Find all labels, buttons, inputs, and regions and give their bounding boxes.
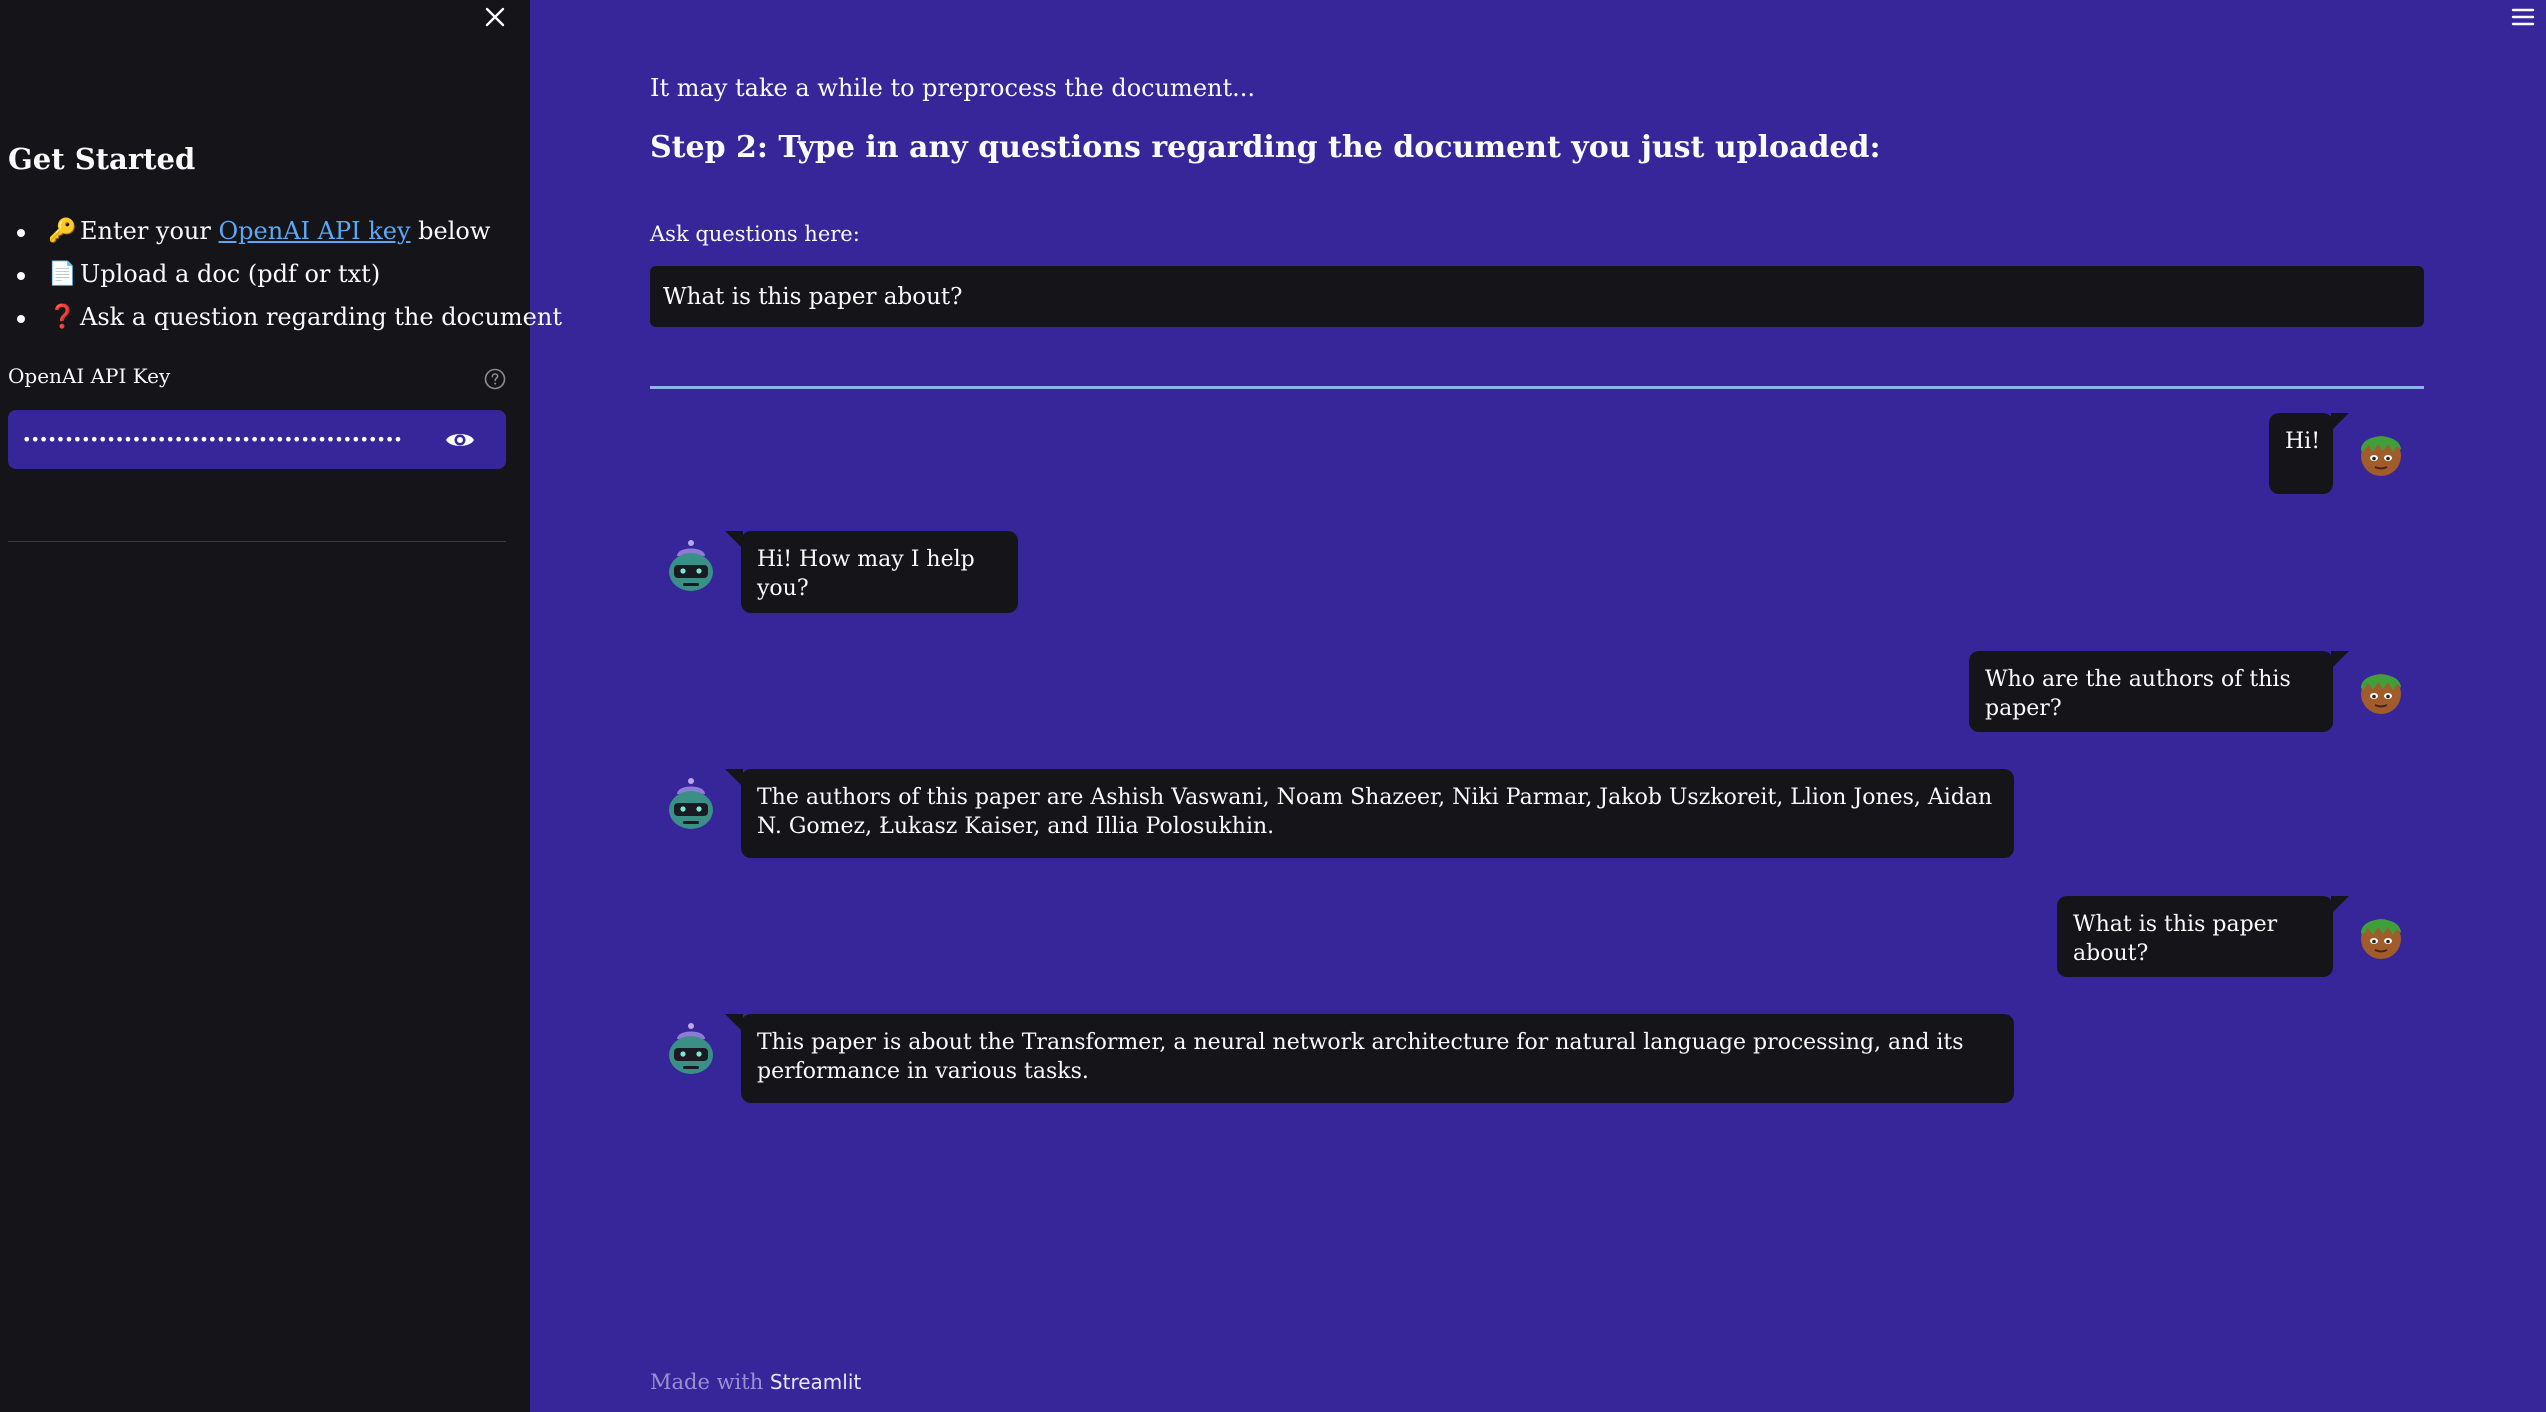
horizontal-rule [650,386,2424,389]
document-icon: 📄 [48,261,77,287]
question-mark-icon: ❓ [48,304,77,330]
key-icon: 🔑 [48,218,77,244]
user-avatar-icon [2361,674,2401,714]
preprocess-note: It may take a while to preprocess the do… [650,74,1256,102]
user-message: Who are the authors of this paper? [1969,651,2349,732]
question-input[interactable] [650,266,2424,327]
user-avatar-icon [2361,919,2401,959]
streamlit-link[interactable]: Streamlit [770,1370,861,1394]
list-item: ❓ Ask a question regarding the document [8,296,562,339]
list-item: 📄 Upload a doc (pdf or txt) [8,253,523,296]
user-message: Hi! [2269,413,2349,494]
openai-api-key-link[interactable]: OpenAI API key [219,217,411,245]
close-icon [485,7,505,27]
bot-avatar-icon [669,540,713,591]
user-avatar-icon [2361,436,2401,476]
footer: Made with Streamlit [650,1370,862,1394]
hamburger-menu-icon[interactable] [2508,2,2538,32]
sidebar-divider [8,541,506,542]
bot-message: The authors of this paper are Ashish Vas… [725,769,2014,858]
help-icon[interactable] [484,368,506,390]
question-label: Ask questions here: [650,222,860,246]
list-item: 🔑 Enter your OpenAI API key below [8,210,523,253]
api-key-input[interactable]: ••••••••••••••••••••••••••••••••••••••••… [8,410,506,469]
instructions-list: 🔑 Enter your OpenAI API key below 📄 Uplo… [8,210,562,339]
sidebar: Get Started 🔑 Enter your OpenAI API key … [0,0,562,1412]
sidebar-title: Get Started [8,142,196,176]
eye-icon[interactable] [444,426,476,454]
close-sidebar-button[interactable] [478,0,512,34]
bot-avatar-icon [669,1023,713,1074]
bot-message: Hi! How may I help you? [725,531,1018,613]
user-message: What is this paper about? [2057,896,2349,977]
api-key-value: ••••••••••••••••••••••••••••••••••••••••… [22,430,402,449]
bot-message: This paper is about the Transformer, a n… [725,1014,2014,1103]
api-key-label: OpenAI API Key [8,364,171,388]
bot-avatar-icon [669,778,713,829]
step-2-heading: Step 2: Type in any questions regarding … [650,130,1881,165]
